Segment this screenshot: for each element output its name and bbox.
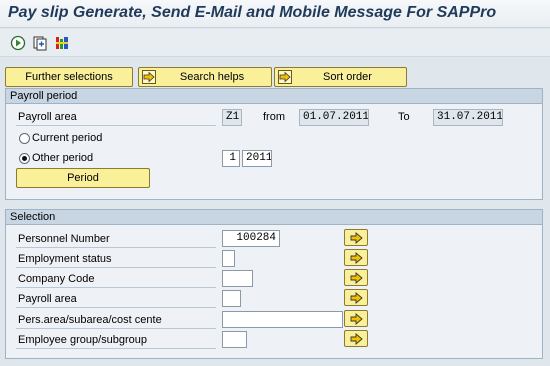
payroll-area-underline (16, 125, 216, 126)
arrow-right-icon (350, 292, 363, 304)
row-underline (16, 328, 216, 329)
row-underline (16, 267, 216, 268)
arrow-right-icon (350, 232, 363, 244)
arrow-right-icon (350, 252, 363, 264)
company-code-label: Company Code (18, 273, 95, 285)
pers-area-field[interactable] (222, 311, 343, 328)
other-period-label: Other period (32, 152, 94, 164)
search-helps-button[interactable]: Search helps (138, 67, 272, 87)
application-toolbar (0, 29, 550, 57)
to-label: To (398, 111, 410, 123)
row-underline (16, 247, 216, 248)
arrow-right-icon (350, 272, 363, 284)
period-button[interactable]: Period (16, 168, 150, 188)
row-underline (16, 307, 216, 308)
selection-options-icon[interactable] (54, 35, 70, 51)
multiple-selection-button[interactable] (344, 269, 368, 286)
personnel-number-label: Personnel Number (18, 233, 110, 245)
further-selections-button[interactable]: Further selections (5, 67, 133, 87)
to-date-field[interactable]: 31.07.2011 (433, 109, 503, 126)
period-year-field[interactable]: 2011 (242, 150, 272, 167)
arrow-right-icon (278, 70, 292, 84)
multiple-selection-button[interactable] (344, 249, 368, 266)
employee-group-label: Employee group/subgroup (18, 334, 148, 346)
multiple-selection-button[interactable] (344, 229, 368, 246)
title-bar: Pay slip Generate, Send E-Mail and Mobil… (0, 0, 550, 28)
from-date-field[interactable]: 01.07.2011 (299, 109, 369, 126)
payroll-area-selection-field[interactable] (222, 290, 241, 307)
sort-order-button[interactable]: Sort order (274, 67, 407, 87)
employee-group-field[interactable] (222, 331, 247, 348)
arrow-right-icon (350, 313, 363, 325)
multiple-selection-button[interactable] (344, 330, 368, 347)
payroll-area-selection-label: Payroll area (18, 293, 77, 305)
sort-order-label: Sort order (323, 71, 372, 83)
window-title: Pay slip Generate, Send E-Mail and Mobil… (8, 4, 497, 21)
multiple-selection-button[interactable] (344, 310, 368, 327)
row-underline (16, 348, 216, 349)
current-period-radio[interactable] (19, 133, 30, 144)
further-selections-label: Further selections (25, 71, 113, 83)
personnel-number-field[interactable]: 100284 (222, 230, 280, 247)
row-underline (16, 287, 216, 288)
period-button-label: Period (67, 172, 99, 184)
arrow-right-icon (350, 333, 363, 345)
current-period-label: Current period (32, 132, 103, 144)
multiple-selection-button[interactable] (344, 289, 368, 306)
other-period-radio[interactable] (19, 153, 30, 164)
search-helps-label: Search helps (179, 71, 245, 83)
pers-area-label: Pers.area/subarea/cost cente (18, 314, 162, 326)
employment-status-label: Employment status (18, 253, 112, 265)
get-variant-icon[interactable] (32, 35, 48, 51)
company-code-field[interactable] (222, 270, 253, 287)
payroll-period-header: Payroll period (6, 89, 542, 104)
payroll-area-label: Payroll area (18, 111, 77, 123)
from-label: from (263, 111, 285, 123)
payroll-area-field[interactable]: Z1 (222, 109, 242, 126)
arrow-right-icon (142, 70, 156, 84)
employment-status-field[interactable] (222, 250, 235, 267)
selection-header: Selection (6, 210, 542, 225)
period-number-field[interactable]: 1 (222, 150, 240, 167)
execute-icon[interactable] (10, 35, 26, 51)
